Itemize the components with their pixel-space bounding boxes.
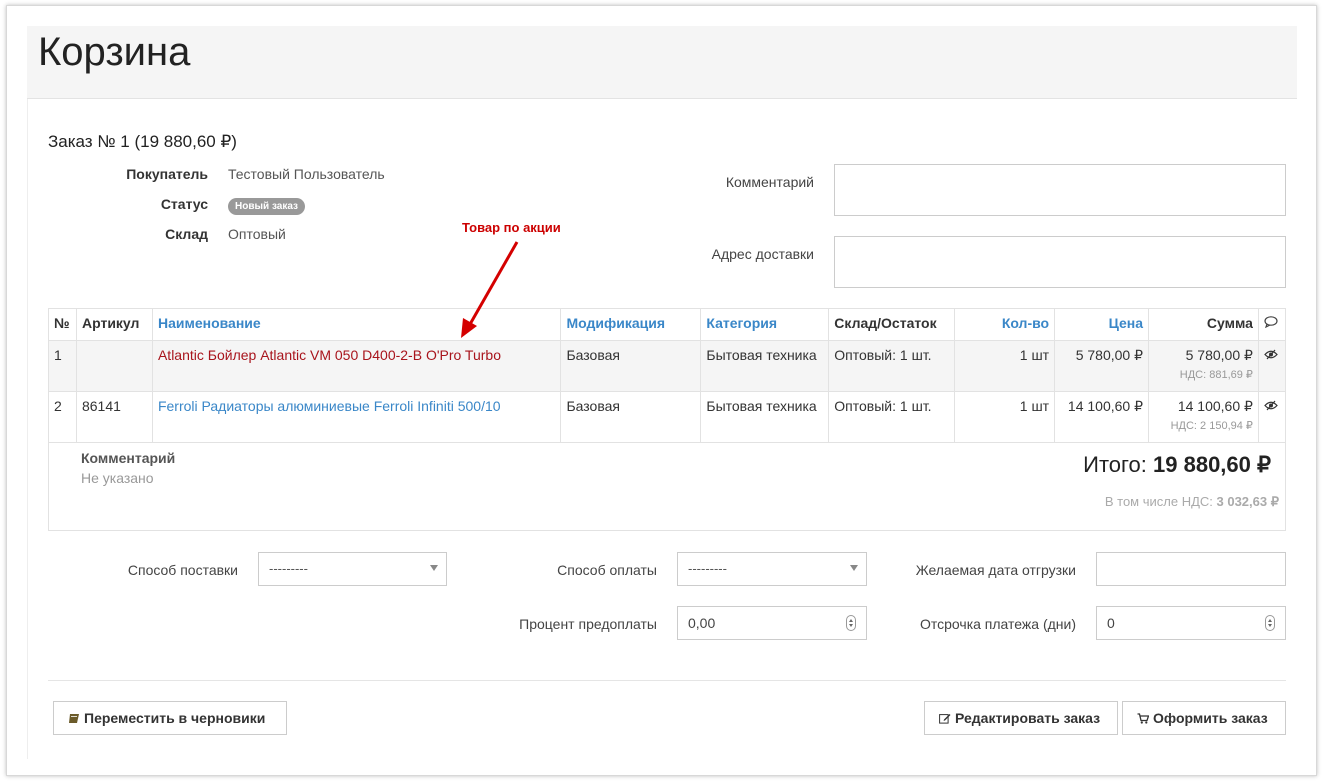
prepay-value: 0,00 (688, 615, 716, 631)
row-stock: Оптовый: 1 шт. (828, 340, 956, 392)
deferral-input[interactable]: 0 (1096, 606, 1286, 640)
warehouse-value: Оптовый (228, 226, 286, 242)
vat-label: В том числе НДС: (1104, 494, 1217, 509)
row-num: 1 (48, 340, 77, 392)
col-header-num: № (48, 308, 77, 341)
table-row: 1 Atlantic Бойлер Atlantic VM 050 D400-2… (48, 340, 1287, 392)
edit-order-button[interactable]: Редактировать заказ (924, 701, 1118, 735)
edit-icon (939, 714, 951, 724)
prepay-label: Процент предоплаты (519, 616, 657, 632)
promo-annotation: Товар по акции (462, 220, 561, 235)
row-sum: 14 100,60 ₽ (1177, 398, 1253, 414)
payment-select-value: --------- (688, 561, 727, 576)
row-vat: НДС: 2 150,94 ₽ (1170, 420, 1253, 432)
row-sku (75, 340, 153, 392)
number-spinner-icon[interactable] (846, 615, 856, 631)
cart-icon (1137, 713, 1149, 724)
order-items-table: № Артикул Наименование Модификация Катег… (48, 308, 1287, 443)
row-visibility-cell (1257, 391, 1287, 443)
buyer-value: Тестовый Пользователь (228, 166, 385, 182)
col-header-sku: Артикул (75, 308, 153, 341)
row-mod: Базовая (560, 391, 702, 443)
row-sum-cell: 5 780,00 ₽ НДС: 881,69 ₽ (1148, 340, 1259, 392)
checkout-button[interactable]: Оформить заказ (1122, 701, 1286, 735)
col-header-price[interactable]: Цена (1054, 308, 1150, 341)
row-visibility-cell (1257, 340, 1287, 392)
chevron-down-icon (430, 565, 438, 571)
order-vat-total: В том числе НДС: 3 032,63 ₽ (1105, 494, 1279, 510)
row-sku: 86141 (75, 391, 153, 443)
annotation-arrow (461, 241, 519, 338)
address-textarea[interactable] (834, 236, 1286, 288)
payment-label: Способ оплаты (557, 562, 657, 578)
row-qty: 1 шт (954, 340, 1056, 392)
ship-date-label: Желаемая дата отгрузки (915, 562, 1076, 578)
order-summary: Комментарий Не указано Итого: 19 880,60 … (48, 442, 1286, 531)
eye-slash-icon[interactable] (1264, 400, 1278, 411)
row-price: 14 100,60 ₽ (1054, 391, 1150, 443)
total-label: Итого: (1083, 452, 1154, 477)
move-to-drafts-button[interactable]: Переместить в черновики (53, 701, 287, 735)
row-price: 5 780,00 ₽ (1054, 340, 1150, 392)
comment-textarea[interactable] (834, 164, 1286, 216)
row-qty: 1 шт (954, 391, 1056, 443)
payment-select[interactable]: --------- (677, 552, 867, 586)
product-name-link[interactable]: Atlantic Бойлер Atlantic VM 050 D400-2-B… (158, 347, 501, 363)
col-header-stock: Склад/Остаток (828, 308, 956, 341)
col-header-sum: Сумма (1148, 308, 1259, 341)
number-spinner-icon[interactable] (1265, 615, 1275, 631)
delivery-select[interactable]: --------- (258, 552, 447, 586)
deferral-label: Отсрочка платежа (дни) (919, 616, 1076, 632)
delivery-label: Способ поставки (127, 562, 238, 578)
row-sum-cell: 14 100,60 ₽ НДС: 2 150,94 ₽ (1148, 391, 1259, 443)
summary-comment-value: Не указано (81, 470, 154, 486)
table-header-row: № Артикул Наименование Модификация Катег… (48, 308, 1287, 341)
address-field-label: Адрес доставки (711, 246, 814, 262)
row-category: Бытовая техника (700, 340, 830, 392)
table-row: 2 86141 Ferroli Радиаторы алюминиевые Fe… (48, 391, 1287, 443)
order-total: Итого: 19 880,60 ₽ (1083, 452, 1271, 478)
delivery-select-value: --------- (269, 561, 308, 576)
divider (48, 680, 1286, 681)
edit-order-label: Редактировать заказ (955, 710, 1101, 726)
product-name-link[interactable]: Ferroli Радиаторы алюминиевые Ferroli In… (158, 398, 501, 414)
col-header-comment (1257, 308, 1287, 341)
vat-value: 3 032,63 ₽ (1216, 494, 1280, 509)
row-category: Бытовая техника (700, 391, 830, 443)
row-vat: НДС: 881,69 ₽ (1179, 369, 1253, 381)
status-label: Статус (160, 196, 208, 212)
chevron-down-icon (850, 565, 858, 571)
row-stock: Оптовый: 1 шт. (828, 391, 956, 443)
order-title: Заказ № 1 (19 880,60 ₽) (48, 132, 237, 151)
row-sum: 5 780,00 ₽ (1185, 347, 1253, 363)
page-header: Корзина (27, 26, 1297, 99)
page-title: Корзина (38, 30, 191, 74)
checkout-label: Оформить заказ (1153, 710, 1268, 726)
col-header-category[interactable]: Категория (700, 308, 830, 341)
row-mod: Базовая (560, 340, 702, 392)
buyer-label: Покупатель (126, 166, 208, 182)
move-to-drafts-label: Переместить в черновики (84, 710, 266, 726)
eye-slash-icon[interactable] (1264, 349, 1278, 360)
status-value-wrap: Новый заказ (228, 196, 306, 215)
prepay-input[interactable]: 0,00 (677, 606, 867, 640)
row-num: 2 (48, 391, 77, 443)
col-header-mod[interactable]: Модификация (560, 308, 702, 341)
ship-date-input[interactable] (1096, 552, 1286, 586)
summary-comment-label: Комментарий (81, 450, 176, 466)
deferral-value: 0 (1107, 615, 1115, 631)
status-badge: Новый заказ (228, 198, 306, 215)
speech-bubble-icon (1264, 316, 1278, 329)
col-header-qty[interactable]: Кол-во (954, 308, 1056, 341)
total-value: 19 880,60 ₽ (1153, 452, 1271, 477)
book-icon (69, 714, 79, 723)
warehouse-label: Склад (165, 226, 208, 242)
comment-field-label: Комментарий (725, 174, 814, 190)
